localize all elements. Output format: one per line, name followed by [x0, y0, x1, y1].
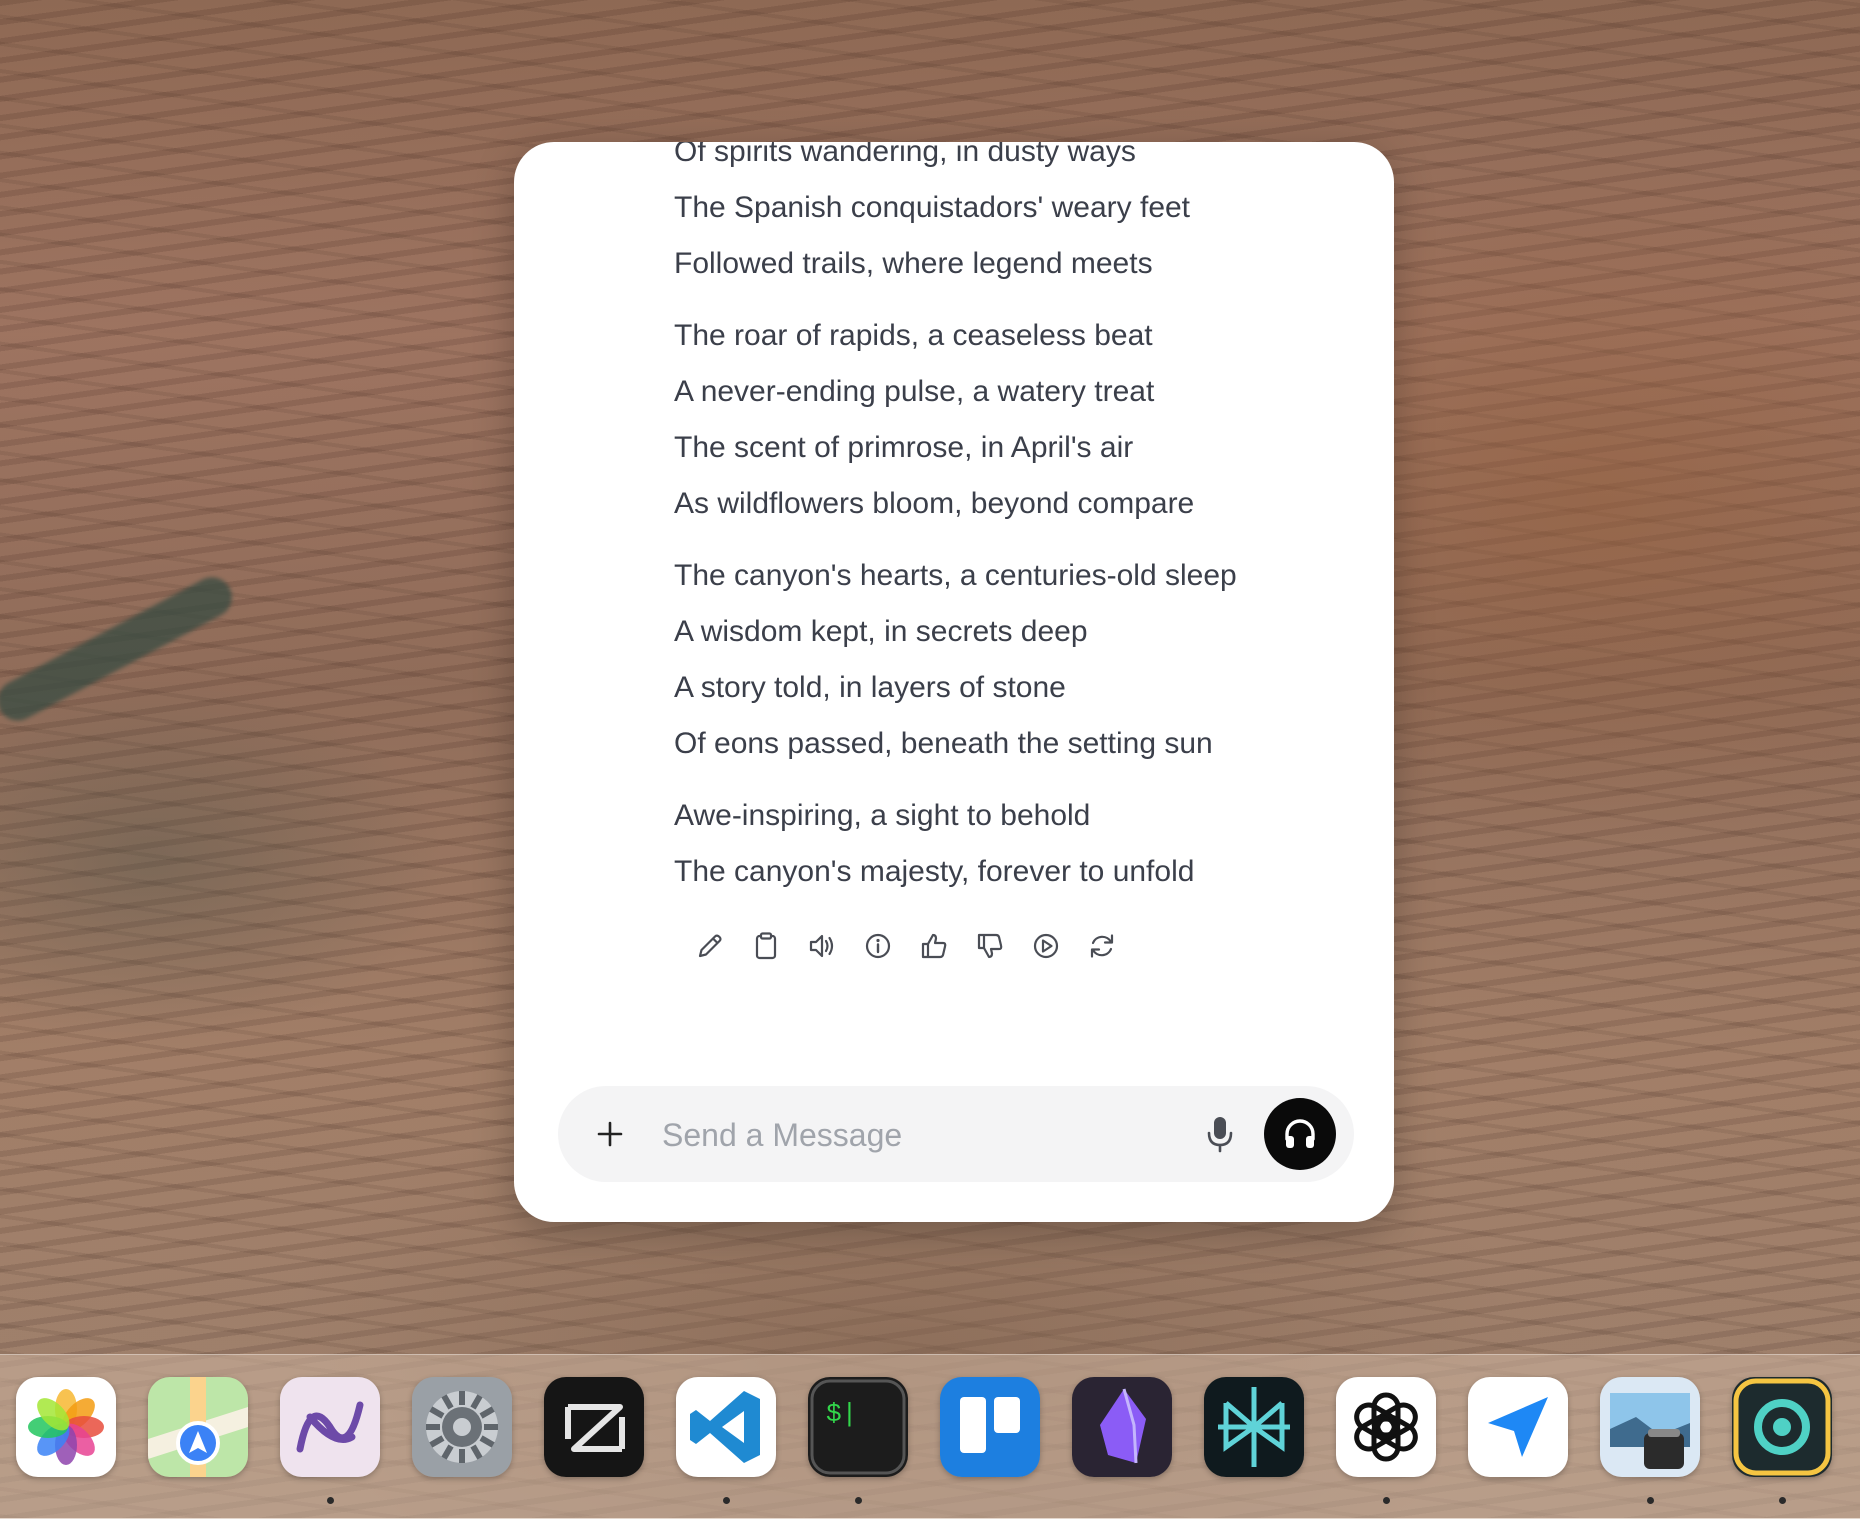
stanza-gap [674, 532, 1354, 548]
thumbs-up-button[interactable] [906, 918, 962, 974]
vscode-icon [676, 1377, 776, 1477]
poem-line: As wildflowers bloom, beyond compare [674, 487, 1195, 520]
poem-line: The canyon's majesty, forever to unfold [674, 855, 1195, 888]
gear-icon [412, 1377, 512, 1477]
assistant-message: Of spirits wandering, in dusty ways The S… [674, 142, 1354, 900]
running-indicator [1647, 1497, 1654, 1504]
microphone-button[interactable] [1196, 1110, 1244, 1158]
wallpaper-river [0, 570, 239, 728]
poem-line: A wisdom kept, in secrets deep [674, 615, 1088, 648]
regenerate-button[interactable] [1074, 918, 1130, 974]
speaker-icon [809, 934, 834, 958]
terminal-icon: $| [808, 1377, 908, 1477]
running-indicator [855, 1497, 862, 1504]
preview-icon [1600, 1377, 1700, 1477]
headphones-icon [1285, 1119, 1315, 1148]
pencil-icon [698, 934, 722, 958]
scribble-app-icon [280, 1377, 380, 1477]
dock-item-photos[interactable] [16, 1377, 116, 1477]
trello-icon [940, 1377, 1040, 1477]
dock-item-perplexity[interactable] [1204, 1377, 1304, 1477]
dock-item-arc-ai[interactable] [280, 1377, 380, 1477]
sync-app-icon [1732, 1377, 1832, 1477]
dock-item-maps[interactable] [148, 1377, 248, 1477]
add-attachment-button[interactable] [586, 1110, 634, 1158]
poem-line: Awe-inspiring, a sight to behold [674, 799, 1091, 832]
info-icon [865, 933, 891, 959]
dock-item-preview[interactable] [1600, 1377, 1700, 1477]
chat-window: Of spirits wandering, in dusty ways The S… [514, 142, 1394, 1222]
dock-item-connect[interactable] [1732, 1377, 1832, 1477]
stanza-gap [674, 772, 1354, 788]
poem-line: The scent of primrose, in April's air [674, 431, 1134, 464]
poem-line: The canyon's hearts, a centuries-old sle… [674, 559, 1237, 592]
obsidian-icon [1072, 1377, 1172, 1477]
stanza-gap [674, 292, 1354, 308]
poem-line: The Spanish conquistadors' weary feet [674, 191, 1191, 224]
dock-item-zed[interactable] [544, 1377, 644, 1477]
poem-line: A story told, in layers of stone [674, 671, 1066, 704]
running-indicator [1779, 1497, 1786, 1504]
running-indicator [1383, 1497, 1390, 1504]
edit-button[interactable] [682, 918, 738, 974]
poem-line: A never-ending pulse, a watery treat [674, 375, 1155, 408]
dock-item-chatgpt[interactable] [1336, 1377, 1436, 1477]
perplexity-icon [1204, 1377, 1304, 1477]
continue-button[interactable] [1018, 918, 1074, 974]
plus-icon [597, 1121, 623, 1147]
poem-line: Of eons passed, beneath the setting sun [674, 727, 1213, 760]
dock-item-obsidian[interactable] [1072, 1377, 1172, 1477]
refresh-icon [1090, 934, 1114, 958]
poem-line: Of spirits wandering, in dusty ways [674, 142, 1136, 168]
message-actions [682, 918, 1130, 974]
running-indicator [723, 1497, 730, 1504]
openai-icon [1336, 1377, 1436, 1477]
thumbs-up-icon [921, 933, 947, 959]
dock-item-terminal[interactable]: $| [808, 1377, 908, 1477]
dock-item-system-settings[interactable] [412, 1377, 512, 1477]
info-button[interactable] [850, 918, 906, 974]
message-input[interactable] [660, 1104, 1184, 1166]
message-composer [558, 1086, 1354, 1182]
poem-line: The roar of rapids, a ceaseless beat [674, 319, 1153, 352]
dock-item-send[interactable] [1468, 1377, 1568, 1477]
thumbs-down-icon [977, 933, 1003, 959]
poem-line: Followed trails, where legend meets [674, 247, 1153, 280]
clipboard-icon [755, 932, 777, 960]
photos-icon [16, 1377, 116, 1477]
read-aloud-button[interactable] [794, 918, 850, 974]
voice-mode-button[interactable] [1264, 1098, 1336, 1170]
microphone-icon [1207, 1117, 1233, 1153]
dock-item-trello[interactable] [940, 1377, 1040, 1477]
paper-plane-icon [1468, 1377, 1568, 1477]
maps-icon [148, 1377, 248, 1477]
play-circle-icon [1033, 933, 1059, 959]
thumbs-down-button[interactable] [962, 918, 1018, 974]
zed-icon [544, 1377, 644, 1477]
running-indicator [327, 1497, 334, 1504]
dock: $| [0, 1354, 1860, 1519]
dock-item-vscode[interactable] [676, 1377, 776, 1477]
svg-text:$|: $| [826, 1399, 857, 1429]
copy-button[interactable] [738, 918, 794, 974]
